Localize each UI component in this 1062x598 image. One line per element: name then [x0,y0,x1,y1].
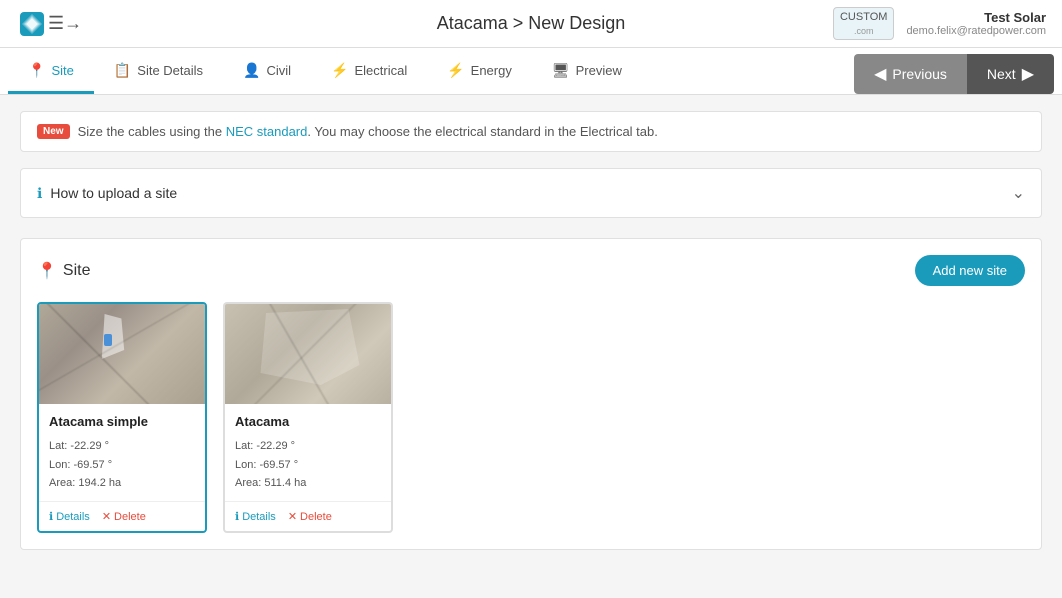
app-logo[interactable] [16,8,48,40]
energy-tab-icon: ⚡ [447,62,464,79]
info-icon: ℹ [37,185,42,202]
site-marker [104,334,112,346]
site-lat-atacama: Lat: -22.29 ° [235,437,381,456]
header-right: CUSTOM .com Test Solar demo.felix@ratedp… [833,7,1046,41]
tab-energy[interactable]: ⚡ Energy [427,48,532,94]
user-name: Test Solar [906,10,1046,25]
tab-civil[interactable]: 👤 Civil [223,48,311,94]
civil-tab-icon: 👤 [243,62,260,79]
how-to-title: ℹ How to upload a site [37,185,177,202]
site-section: 📍 Site Add new site Atacama simple Lat: … [20,238,1042,550]
previous-button[interactable]: ◀ Previous [854,54,967,94]
tab-site-details[interactable]: 📋 Site Details [94,48,223,94]
delete-button-atacama[interactable]: ✕ Delete [288,510,332,523]
main-content: New Size the cables using the NEC standa… [0,95,1062,583]
chevron-left-icon: ◀ [874,64,886,84]
app-header: ☰→ Atacama > New Design CUSTOM .com Test… [0,0,1062,48]
info-banner: New Size the cables using the NEC standa… [20,111,1042,152]
site-card-atacama[interactable]: Atacama Lat: -22.29 ° Lon: -69.57 ° Area… [223,302,393,533]
site-card-name-atacama: Atacama [235,414,381,429]
chevron-down-icon: ⌄ [1012,183,1025,203]
close-delete-icon: ✕ [102,510,111,523]
preview-tab-icon: 🖥 [552,62,570,79]
section-pin-icon: 📍 [37,261,57,281]
site-area: Area: 194.2 ha [49,474,195,493]
site-section-header: 📍 Site Add new site [37,255,1025,286]
details-button-atacama[interactable]: ℹ Details [235,510,276,523]
site-thumbnail-atacama-simple [39,304,205,404]
site-lon-atacama: Lon: -69.57 ° [235,456,381,475]
site-card-actions-atacama-simple: ℹ Details ✕ Delete [39,501,205,531]
user-info: Test Solar demo.felix@ratedpower.com [906,10,1046,37]
info-banner-text: Size the cables using the NEC standard. … [78,124,658,139]
nav-tabs-bar: 📍 Site 📋 Site Details 👤 Civil ⚡ Electric… [0,48,1062,95]
site-cards-container: Atacama simple Lat: -22.29 ° Lon: -69.57… [37,302,1025,533]
book-tab-icon: 📋 [114,62,131,79]
info-detail-icon-2: ℹ [235,510,239,523]
site-lon: Lon: -69.57 ° [49,456,195,475]
next-button[interactable]: Next ▶ [967,54,1054,94]
info-detail-icon: ℹ [49,510,53,523]
site-card-meta-atacama: Lat: -22.29 ° Lon: -69.57 ° Area: 511.4 … [235,437,381,493]
delete-button-atacama-simple[interactable]: ✕ Delete [102,510,146,523]
site-thumbnail-atacama [225,304,391,404]
site-card-actions-atacama: ℹ Details ✕ Delete [225,501,391,531]
page-title: Atacama > New Design [437,13,626,34]
site-section-title: 📍 Site [37,261,91,281]
tab-electrical[interactable]: ⚡ Electrical [311,48,427,94]
custom-badge[interactable]: CUSTOM .com [833,7,894,41]
site-card-name: Atacama simple [49,414,195,429]
new-badge: New [37,124,70,139]
tab-site[interactable]: 📍 Site [8,48,94,94]
site-lat: Lat: -22.29 ° [49,437,195,456]
pin-tab-icon: 📍 [28,62,45,79]
tab-preview[interactable]: 🖥 Preview [532,48,642,94]
close-delete-icon-2: ✕ [288,510,297,523]
site-card-atacama-simple[interactable]: Atacama simple Lat: -22.29 ° Lon: -69.57… [37,302,207,533]
nav-actions: ◀ Previous Next ▶ [854,54,1062,94]
add-new-site-button[interactable]: Add new site [915,255,1025,286]
user-email: demo.felix@ratedpower.com [906,25,1046,37]
nec-standard-link[interactable]: NEC standard [226,124,308,139]
site-card-body-atacama-simple: Atacama simple Lat: -22.29 ° Lon: -69.57… [39,404,205,493]
site-card-meta: Lat: -22.29 ° Lon: -69.57 ° Area: 194.2 … [49,437,195,493]
how-to-section[interactable]: ℹ How to upload a site ⌄ [20,168,1042,218]
chevron-right-icon: ▶ [1022,64,1034,84]
menu-icon[interactable]: ☰→ [48,13,82,34]
details-button-atacama-simple[interactable]: ℹ Details [49,510,90,523]
site-area-atacama: Area: 511.4 ha [235,474,381,493]
site-card-body-atacama: Atacama Lat: -22.29 ° Lon: -69.57 ° Area… [225,404,391,493]
electrical-tab-icon: ⚡ [331,62,348,79]
